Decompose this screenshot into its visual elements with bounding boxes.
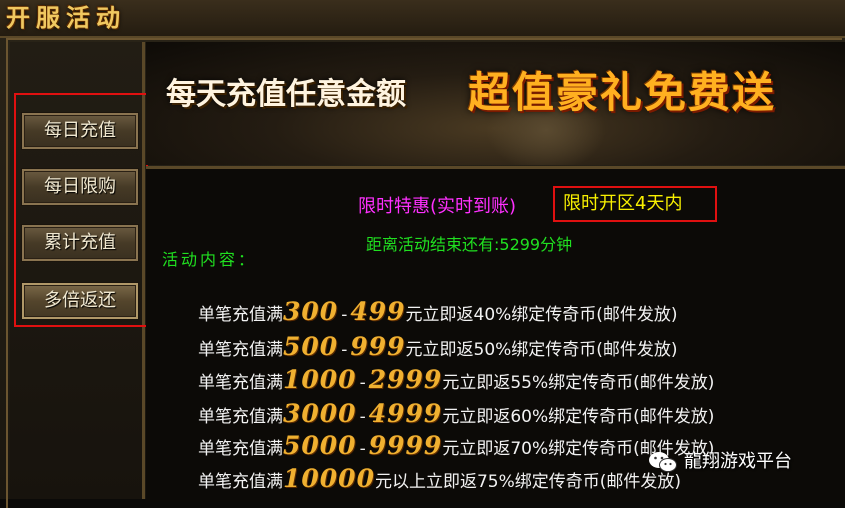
rule-dash: - xyxy=(359,439,366,459)
wechat-icon xyxy=(649,452,677,472)
banner-right-text: 超值豪礼免费送 xyxy=(468,68,777,117)
rule-from: 3000 xyxy=(283,399,357,428)
rule-suffix: 元立即返60%绑定传奇币(邮件发放) xyxy=(442,407,715,427)
event-banner: 每天充值任意金额 超值豪礼免费送 xyxy=(146,42,845,165)
rule-row: 单笔充值满10000元以上立即返75%绑定传奇币(邮件发放) xyxy=(198,463,681,495)
window-title: 开服活动 xyxy=(6,3,126,32)
rule-row: 单笔充值满500-999元立即返50%绑定传奇币(邮件发放) xyxy=(198,331,678,363)
rule-row: 单笔充值满3000-4999元立即返60%绑定传奇币(邮件发放) xyxy=(198,398,714,430)
rule-row: 单笔充值满5000-9999元立即返70%绑定传奇币(邮件发放) xyxy=(198,430,714,462)
rule-dash: - xyxy=(359,407,366,427)
watermark-text: 龍翔游戏平台 xyxy=(684,451,792,472)
event-window: 开服活动 每日充值 每日限购 累计充值 多倍返还 每天充值任意金额 超值豪礼免费… xyxy=(0,0,845,508)
rule-prefix: 单笔充值满 xyxy=(198,472,283,492)
rule-suffix: 元立即返50%绑定传奇币(邮件发放) xyxy=(405,340,678,360)
rule-dash: - xyxy=(359,373,366,393)
rule-dash: - xyxy=(341,305,348,325)
rule-prefix: 单笔充值满 xyxy=(198,407,283,427)
rule-suffix: 元立即返55%绑定传奇币(邮件发放) xyxy=(442,373,715,393)
rule-to: 999 xyxy=(350,332,406,361)
rule-suffix: 元以上立即返75%绑定传奇币(邮件发放) xyxy=(374,472,682,492)
rule-prefix: 单笔充值满 xyxy=(198,305,283,325)
watermark: 龍翔游戏平台 xyxy=(648,446,792,478)
countdown-text: 距离活动结束还有:5299分钟 xyxy=(366,235,573,254)
rule-from: 1000 xyxy=(283,365,357,394)
rule-dash: - xyxy=(341,340,348,360)
promo-text: 限时特惠(实时到账) xyxy=(358,196,517,217)
rule-to: 9999 xyxy=(368,431,443,460)
rule-from: 10000 xyxy=(283,464,375,493)
rule-from: 500 xyxy=(283,332,339,361)
rule-prefix: 单笔充值满 xyxy=(198,340,283,360)
rule-row: 单笔充值满300-499元立即返40%绑定传奇币(邮件发放) xyxy=(198,296,678,328)
open-period-box: 限时开区4天内 xyxy=(553,186,717,222)
rule-to: 4999 xyxy=(368,399,443,428)
rule-from: 5000 xyxy=(283,431,357,460)
rule-row: 单笔充值满1000-2999元立即返55%绑定传奇币(邮件发放) xyxy=(198,364,714,396)
content-label: 活动内容： xyxy=(162,250,258,269)
rule-prefix: 单笔充值满 xyxy=(198,439,283,459)
menu-highlight-box xyxy=(14,93,148,327)
rule-suffix: 元立即返40%绑定传奇币(邮件发放) xyxy=(405,305,678,325)
rule-to: 2999 xyxy=(368,365,443,394)
rule-to: 499 xyxy=(350,297,406,326)
banner-left-text: 每天充值任意金额 xyxy=(166,77,406,112)
rule-from: 300 xyxy=(283,297,339,326)
title-bar: 开服活动 xyxy=(0,0,845,38)
rule-prefix: 单笔充值满 xyxy=(198,373,283,393)
